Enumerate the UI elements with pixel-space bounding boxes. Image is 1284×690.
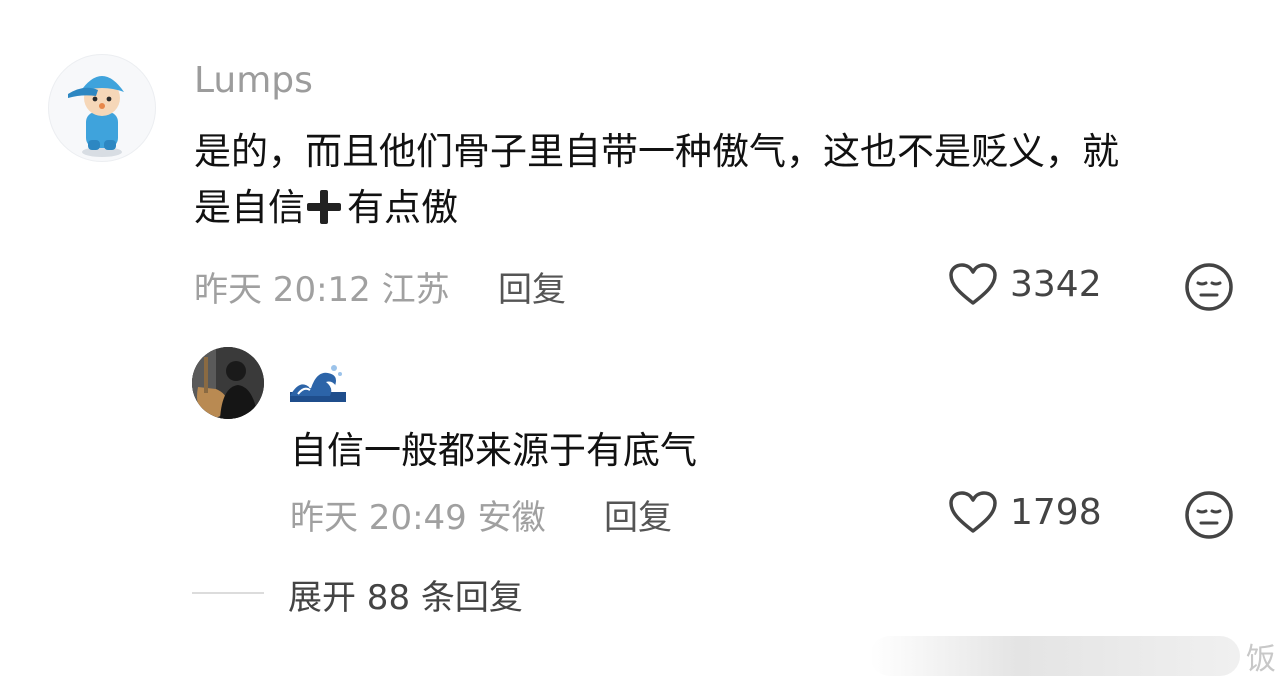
comment-location: 江苏 [381, 270, 450, 310]
comment-reply-button[interactable]: 回复 [498, 262, 566, 311]
expressionless-face-icon [1185, 263, 1233, 311]
comment-like-button[interactable]: 3342 [948, 262, 1102, 306]
reply-time: 昨天 20:49 [290, 498, 467, 538]
reply-username[interactable] [290, 358, 346, 402]
comment-like-count: 3342 [1010, 263, 1102, 305]
heart-icon [949, 263, 997, 305]
avatar[interactable] [48, 54, 156, 162]
wave-icon [290, 365, 346, 402]
reply-avatar[interactable] [192, 347, 264, 419]
expand-replies-button[interactable]: 展开 88 条回复 [288, 570, 523, 619]
comment-text-line1: 是的，而且他们骨子里自带一种傲气，这也不是贬义，就 [194, 130, 1119, 173]
pocoyo-avatar-icon [68, 76, 124, 157]
reply-text: 自信一般都来源于有底气 [290, 429, 697, 472]
comment-meta: 昨天 20:12 江苏 [194, 262, 450, 311]
reply-like-count: 1798 [1010, 491, 1102, 533]
reply-location: 安徽 [477, 498, 546, 538]
comment-text-line2-before: 是自信 [194, 186, 305, 229]
expressionless-face-icon [1185, 491, 1233, 539]
comment-text-line2-after: 有点傲 [347, 186, 458, 229]
reply-reply-button[interactable]: 回复 [604, 490, 672, 539]
reply-meta: 昨天 20:49 安徽 [290, 490, 546, 539]
plus-emoji-icon [307, 190, 341, 224]
watermark: 饭 [870, 634, 1276, 678]
comment-text: 是的，而且他们骨子里自带一种傲气，这也不是贬义，就 是自信 有点傲 [194, 124, 1244, 236]
watermark-bar [870, 636, 1240, 676]
comment-username[interactable]: Lumps [194, 60, 313, 101]
comment-dislike-button[interactable] [1184, 262, 1234, 316]
reply-dislike-button[interactable] [1184, 490, 1234, 544]
reply-like-button[interactable]: 1798 [948, 490, 1102, 534]
watermark-text: 饭 [1246, 642, 1276, 677]
guitar-person-avatar-icon [192, 347, 264, 419]
comment-time: 昨天 20:12 [194, 270, 371, 310]
divider [192, 592, 264, 594]
heart-icon [949, 491, 997, 533]
